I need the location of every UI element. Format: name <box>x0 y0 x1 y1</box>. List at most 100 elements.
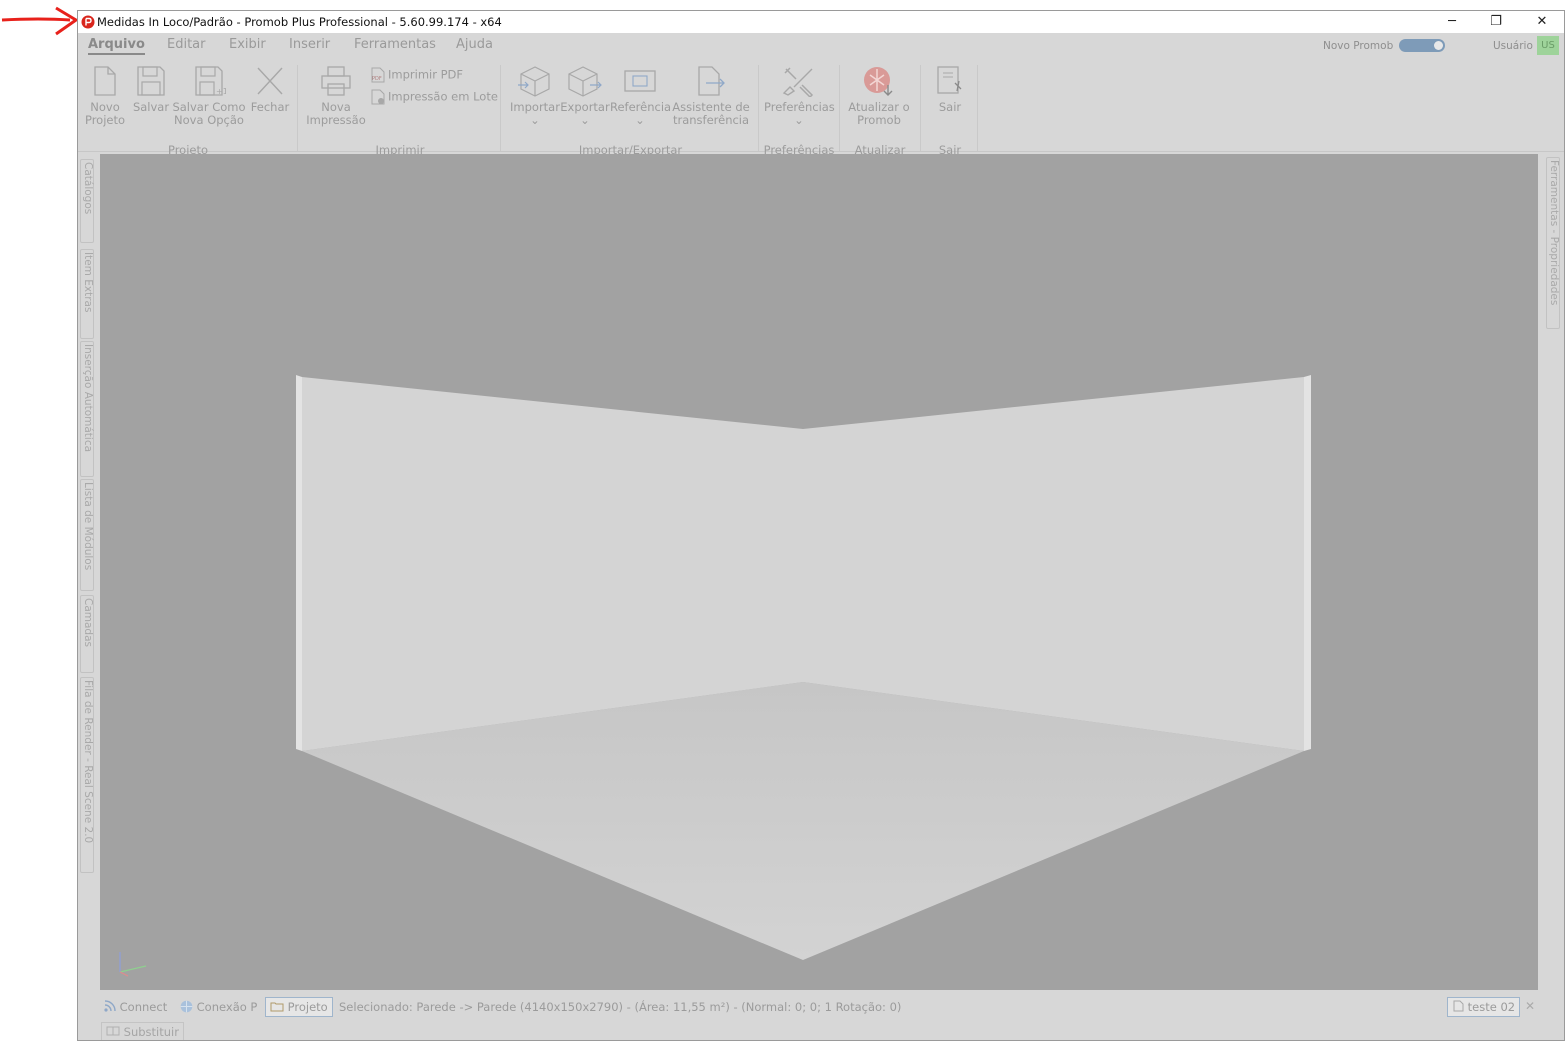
close-button[interactable]: ✕ <box>1520 11 1564 33</box>
importar-button[interactable]: Importar ⌄ <box>510 65 560 127</box>
impressao-lote-button[interactable]: Impressão em Lote <box>371 89 498 105</box>
fechar-label: Fechar <box>250 100 290 114</box>
folder-icon <box>270 1002 284 1012</box>
minimize-button[interactable]: ─ <box>1430 11 1474 33</box>
referencia-button[interactable]: Referência ⌄ <box>610 65 671 127</box>
menu-ajuda[interactable]: Ajuda <box>456 37 493 52</box>
window-title: Medidas In Loco/Padrão - Promob Plus Pro… <box>97 15 502 29</box>
conexao-button[interactable]: Conexão P <box>180 1000 257 1014</box>
reference-image-icon <box>624 70 656 92</box>
save-as-icon: +1 <box>195 66 226 96</box>
salvar-como-button[interactable]: +1 Salvar Como Nova Opção <box>172 65 246 127</box>
salvar-label: Salvar <box>132 100 170 114</box>
group-separator <box>297 65 298 151</box>
salvar-button[interactable]: Salvar <box>131 65 171 114</box>
menu-bar: Arquivo Editar Exibir Inserir Ferramenta… <box>78 33 1564 57</box>
tab-ferramentas-propriedades[interactable]: Ferramentas - Propriedades <box>1546 157 1560 329</box>
project-tab-label: teste 02 <box>1467 1000 1516 1014</box>
3d-viewport[interactable] <box>100 154 1538 990</box>
update-promob-icon <box>864 67 893 96</box>
substituir-button[interactable]: Substituir <box>101 1022 184 1040</box>
connect-button[interactable]: Connect <box>104 1000 167 1014</box>
user-avatar[interactable]: US <box>1537 36 1559 55</box>
tab-insercao-automatica-label: Inserção Automática <box>82 344 94 453</box>
tab-item-extras-label: Item Extras <box>82 252 94 313</box>
group-separator <box>839 65 840 151</box>
ribbon: Novo Projeto Salvar +1 Salvar Como Nova … <box>78 57 1564 157</box>
svg-text:+1: +1 <box>216 87 226 96</box>
impressao-lote-label: Impressão em Lote <box>388 89 498 104</box>
chevron-down-icon: ⌄ <box>530 113 540 127</box>
tab-insercao-automatica[interactable]: Inserção Automática <box>80 341 94 477</box>
save-disk-icon <box>137 66 165 96</box>
project-tab-teste[interactable]: teste 02 <box>1447 997 1521 1017</box>
tab-ferramentas-propriedades-label: Ferramentas - Propriedades <box>1548 160 1560 306</box>
tab-fila-de-render-label: Fila de Render - Real Scene 2.0 <box>82 680 94 844</box>
app-window: Medidas In Loco/Padrão - Promob Plus Pro… <box>77 10 1565 1041</box>
right-wall-edge <box>1304 375 1311 751</box>
toggle-knob <box>1434 41 1443 50</box>
room-3d-scene <box>119 375 1311 977</box>
rss-feed-icon <box>104 1000 116 1012</box>
replace-icon <box>106 1026 120 1036</box>
status-bar: Connect Conexão P Projeto Selecionado: P… <box>98 995 1544 1019</box>
axis-gizmo-icon <box>119 952 147 977</box>
tab-camadas[interactable]: Camadas <box>80 595 94 673</box>
connect-label: Connect <box>119 1000 168 1014</box>
substituir-label: Substituir <box>123 1025 179 1039</box>
preferencias-button[interactable]: Preferências ⌄ <box>764 65 835 127</box>
salvar-como-label-2: Nova Opção <box>174 113 244 127</box>
projeto-label: Projeto <box>287 1000 328 1014</box>
close-tab-icon[interactable]: ✕ <box>1525 999 1535 1013</box>
document-icon <box>1453 1000 1464 1012</box>
tab-camadas-label: Camadas <box>82 598 94 647</box>
close-x-icon <box>257 67 283 95</box>
svg-text:PDF: PDF <box>372 76 382 82</box>
user-label: Usuário <box>1493 40 1533 52</box>
chevron-down-icon: ⌄ <box>794 113 804 127</box>
import-cube-icon <box>518 66 550 97</box>
tab-catalogos[interactable]: Catálogos <box>80 159 94 243</box>
tab-lista-de-modulos[interactable]: Lista de Módulos <box>80 479 94 591</box>
left-wall-edge <box>296 375 302 751</box>
batch-print-icon <box>371 89 385 105</box>
nova-impressao-label-2: Impressão <box>306 113 366 127</box>
promob-logo-icon <box>81 15 95 29</box>
exit-door-icon <box>937 66 962 94</box>
right-panel-tabs: Ferramentas - Propriedades <box>1542 155 1564 1001</box>
menu-arquivo[interactable]: Arquivo <box>88 37 145 55</box>
tab-catalogos-label: Catálogos <box>82 162 94 215</box>
novo-promob-label: Novo Promob <box>1323 40 1394 52</box>
novo-projeto-button[interactable]: Novo Projeto <box>83 65 127 127</box>
assistente-label-2: transferência <box>672 113 750 127</box>
group-separator <box>977 65 978 151</box>
menu-editar[interactable]: Editar <box>167 37 206 52</box>
conexao-label: Conexão P <box>196 1000 258 1014</box>
menu-inserir[interactable]: Inserir <box>289 37 330 52</box>
sair-label: Sair <box>938 100 962 114</box>
title-bar: Medidas In Loco/Padrão - Promob Plus Pro… <box>78 11 1564 33</box>
tab-fila-de-render[interactable]: Fila de Render - Real Scene 2.0 <box>80 677 94 873</box>
pdf-file-icon: PDF <box>371 67 385 83</box>
projeto-tab[interactable]: Projeto <box>265 997 333 1017</box>
export-cube-icon <box>568 66 602 97</box>
atualizar-promob-button[interactable]: Atualizar o Promob <box>844 65 914 127</box>
imprimir-pdf-button[interactable]: PDF Imprimir PDF <box>371 67 463 83</box>
restore-button[interactable]: ❐ <box>1474 11 1518 33</box>
menu-exibir[interactable]: Exibir <box>229 37 266 52</box>
menu-ferramentas[interactable]: Ferramentas <box>354 37 436 52</box>
atualizar-label-2: Promob <box>857 113 901 127</box>
printer-icon <box>321 66 351 96</box>
new-document-icon <box>94 66 116 96</box>
assistente-transferencia-button[interactable]: Assistente de transferência <box>672 65 750 127</box>
nova-impressao-button[interactable]: Nova Impressão <box>304 65 368 127</box>
exportar-button[interactable]: Exportar ⌄ <box>560 65 610 127</box>
tab-item-extras[interactable]: Item Extras <box>80 249 94 339</box>
sair-button[interactable]: Sair <box>926 65 974 114</box>
tools-wrench-icon <box>782 67 814 97</box>
red-arrow-annotation <box>1 6 78 36</box>
transfer-wizard-icon <box>698 66 725 96</box>
novo-promob-toggle[interactable] <box>1399 39 1445 52</box>
imprimir-pdf-label: Imprimir PDF <box>388 67 464 82</box>
fechar-button[interactable]: Fechar <box>248 65 292 114</box>
